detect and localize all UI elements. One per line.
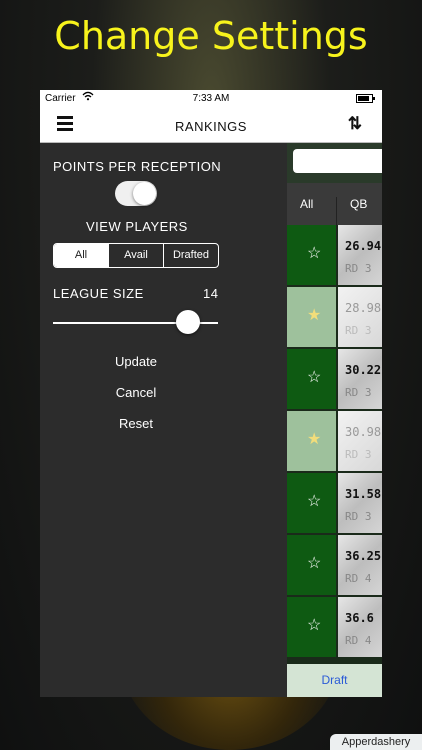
ppr-toggle[interactable] bbox=[115, 181, 157, 206]
reset-button[interactable]: Reset bbox=[40, 416, 232, 431]
settings-drawer: POINTS PER RECEPTION VIEW PLAYERS All Av… bbox=[40, 143, 287, 697]
toggle-knob bbox=[133, 182, 156, 205]
league-size-value: 14 bbox=[203, 286, 219, 301]
search-input[interactable] bbox=[293, 149, 382, 173]
ppr-label: POINTS PER RECEPTION bbox=[53, 159, 222, 174]
star-icon[interactable]: ☆ bbox=[307, 243, 321, 263]
star-icon[interactable]: ☆ bbox=[307, 553, 321, 573]
adp-value: 36.6 bbox=[345, 611, 374, 625]
view-players-label: VIEW PLAYERS bbox=[86, 219, 188, 234]
player-row[interactable]: ☆ 30.22 RD 3 bbox=[287, 349, 382, 409]
adp-value: 31.58 bbox=[345, 487, 382, 501]
star-icon[interactable]: ☆ bbox=[307, 491, 321, 511]
league-size-label: LEAGUE SIZE bbox=[53, 286, 144, 301]
status-time: 7:33 AM bbox=[192, 93, 230, 104]
segment-avail[interactable]: Avail bbox=[109, 244, 164, 267]
position-tab-qb[interactable]: QB bbox=[350, 197, 367, 211]
phone-screen: Carrier 7:33 AM RANKINGS ⇅ POINTS PER RE… bbox=[40, 90, 382, 697]
adp-value: 30.98 bbox=[345, 425, 382, 439]
battery-icon bbox=[356, 94, 375, 103]
player-row[interactable]: ☆ 36.25 RD 4 bbox=[287, 535, 382, 595]
star-icon[interactable]: ★ bbox=[307, 429, 321, 449]
adp-value: 30.22 bbox=[345, 363, 382, 377]
adp-value: 26.94 bbox=[345, 239, 382, 253]
league-size-slider-knob[interactable] bbox=[176, 310, 200, 334]
round-value: RD 3 bbox=[345, 510, 372, 523]
player-row[interactable]: ☆ 36.6 RD 4 bbox=[287, 597, 382, 657]
adp-value: 36.25 bbox=[345, 549, 382, 563]
banner-title: Change Settings bbox=[54, 14, 368, 58]
nav-bar: RANKINGS ⇅ bbox=[40, 108, 382, 143]
round-value: RD 4 bbox=[345, 634, 372, 647]
rankings-list: All QB ☆ 26.94 RD 3 ★ 28.98 RD 3 ☆ 30.22 RD… bbox=[287, 143, 382, 697]
round-value: RD 3 bbox=[345, 324, 372, 337]
star-icon[interactable]: ★ bbox=[307, 305, 321, 325]
star-icon[interactable]: ☆ bbox=[307, 615, 321, 635]
player-row[interactable]: ★ 28.98 RD 3 bbox=[287, 287, 382, 347]
position-filter: All QB bbox=[287, 183, 382, 239]
round-value: RD 3 bbox=[345, 262, 372, 275]
position-tab-all[interactable]: All bbox=[300, 197, 313, 211]
page-title: RANKINGS bbox=[175, 119, 247, 134]
refresh-icon[interactable]: ⇅ bbox=[348, 114, 362, 134]
adp-value: 28.98 bbox=[345, 301, 382, 315]
view-players-segmented-control: All Avail Drafted bbox=[53, 243, 219, 268]
status-bar: Carrier 7:33 AM bbox=[40, 90, 382, 108]
draft-button[interactable]: Draft bbox=[287, 664, 382, 697]
player-row[interactable]: ☆ 26.94 RD 3 bbox=[287, 225, 382, 285]
round-value: RD 3 bbox=[345, 386, 372, 399]
star-icon[interactable]: ☆ bbox=[307, 367, 321, 387]
search-bar bbox=[287, 143, 382, 183]
player-row[interactable]: ★ 30.98 RD 3 bbox=[287, 411, 382, 471]
segment-all[interactable]: All bbox=[54, 244, 109, 267]
update-button[interactable]: Update bbox=[40, 354, 232, 369]
segment-drafted[interactable]: Drafted bbox=[164, 244, 218, 267]
cancel-button[interactable]: Cancel bbox=[40, 385, 232, 400]
player-row[interactable]: ☆ 31.58 RD 3 bbox=[287, 473, 382, 533]
watermark: Apperdashery bbox=[330, 734, 422, 750]
round-value: RD 3 bbox=[345, 448, 372, 461]
round-value: RD 4 bbox=[345, 572, 372, 585]
